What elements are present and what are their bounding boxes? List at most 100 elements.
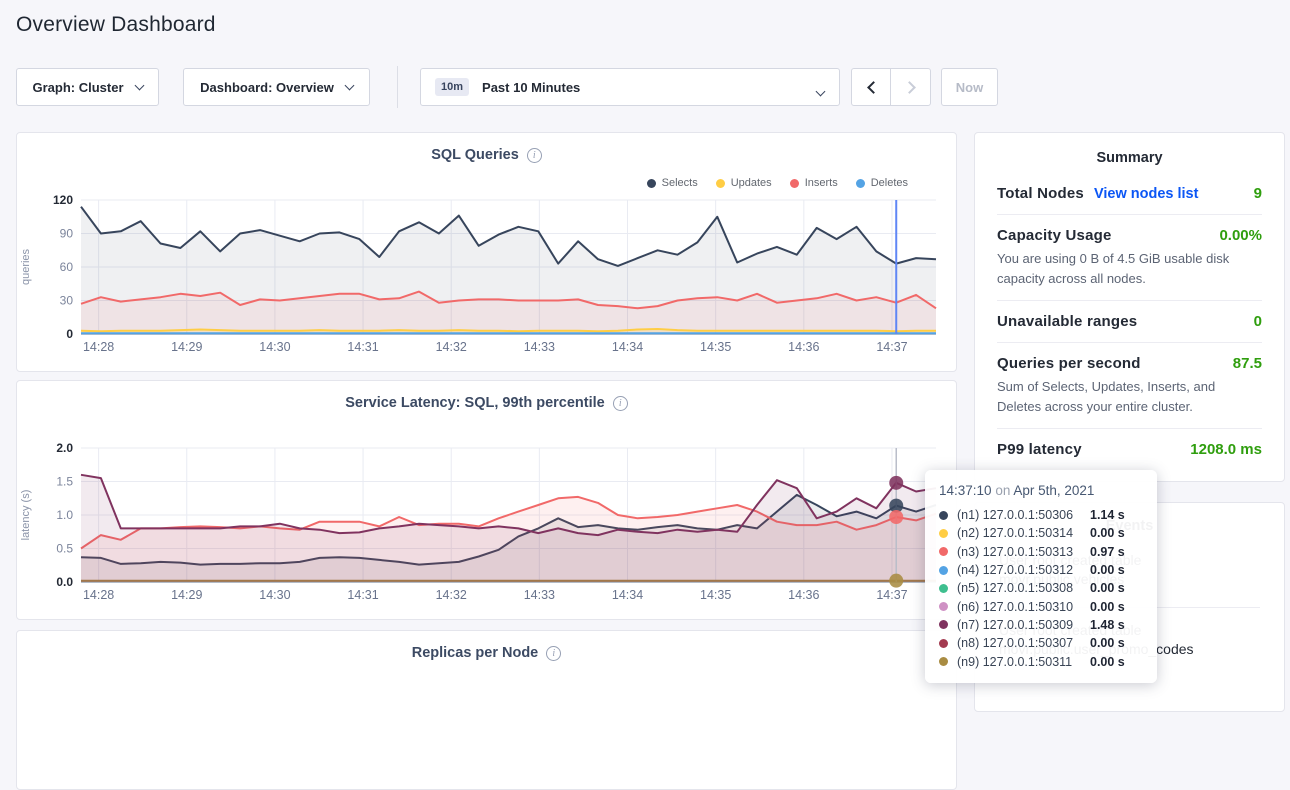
- legend-swatch-icon: [856, 179, 865, 188]
- svg-text:14:34: 14:34: [612, 340, 643, 354]
- legend-item[interactable]: Inserts: [790, 177, 838, 189]
- chevron-down-icon: [816, 87, 826, 97]
- tooltip-row: (n2) 127.0.0.1:503140.00 s: [939, 524, 1143, 542]
- tooltip-node-value: 0.97 s: [1090, 545, 1125, 559]
- svg-text:14:35: 14:35: [700, 340, 731, 354]
- prev-time-button[interactable]: [851, 68, 892, 106]
- info-icon[interactable]: i: [527, 148, 542, 163]
- svg-text:14:37: 14:37: [876, 588, 907, 602]
- series-dot-icon: [939, 584, 948, 593]
- svg-text:14:31: 14:31: [347, 588, 378, 602]
- svg-text:14:29: 14:29: [171, 340, 202, 354]
- legend-swatch-icon: [716, 179, 725, 188]
- graph-dropdown-label: Graph: Cluster: [32, 80, 123, 95]
- tooltip-node-value: 0.00 s: [1090, 526, 1125, 540]
- sql-queries-chart-title: SQL Queries: [431, 147, 519, 163]
- tooltip-node-label: (n8) 127.0.0.1:50307: [957, 636, 1090, 650]
- time-range-label: Past 10 Minutes: [482, 80, 580, 95]
- summary-value: 1208.0 ms: [1190, 441, 1262, 458]
- tooltip-node-value: 0.00 s: [1090, 600, 1125, 614]
- svg-text:90: 90: [60, 227, 74, 241]
- summary-label: Unavailable ranges: [997, 313, 1137, 330]
- sql-chart-legend: Selects Updates Inserts Deletes: [647, 177, 908, 189]
- toolbar-divider: [397, 66, 398, 108]
- chevron-down-icon: [344, 81, 354, 91]
- svg-text:0.0: 0.0: [56, 575, 73, 589]
- tooltip-row: (n3) 127.0.0.1:503130.97 s: [939, 543, 1143, 561]
- summary-card: Summary Total Nodes View nodes list 9 Ca…: [974, 132, 1285, 482]
- service-latency-chart[interactable]: 14:2814:2914:3014:3114:3214:3314:3414:35…: [17, 437, 958, 607]
- summary-row-queries-per-second: Queries per second 87.5 Sum of Selects, …: [997, 342, 1262, 428]
- svg-text:30: 30: [60, 294, 74, 308]
- tooltip-row: (n4) 127.0.0.1:503120.00 s: [939, 561, 1143, 579]
- tooltip-node-label: (n7) 127.0.0.1:50309: [957, 618, 1090, 632]
- next-time-button[interactable]: [890, 68, 931, 106]
- tooltip-row: (n1) 127.0.0.1:503061.14 s: [939, 506, 1143, 524]
- summary-row-capacity-usage: Capacity Usage 0.00% You are using 0 B o…: [997, 214, 1262, 300]
- replicas-chart-title: Replicas per Node: [412, 645, 539, 661]
- series-dot-icon: [939, 547, 948, 556]
- svg-text:120: 120: [53, 193, 73, 207]
- svg-text:14:35: 14:35: [700, 588, 731, 602]
- svg-text:14:30: 14:30: [259, 588, 290, 602]
- time-range-picker[interactable]: 10m Past 10 Minutes: [420, 68, 840, 106]
- tooltip-row: (n8) 127.0.0.1:503070.00 s: [939, 634, 1143, 652]
- series-dot-icon: [939, 511, 948, 520]
- summary-title: Summary: [997, 133, 1262, 173]
- legend-label: Inserts: [805, 177, 838, 189]
- info-icon[interactable]: i: [546, 646, 561, 661]
- summary-row-p99-latency: P99 latency 1208.0 ms: [997, 428, 1262, 470]
- tooltip-row: (n6) 127.0.0.1:503100.00 s: [939, 597, 1143, 615]
- summary-value: 0.00%: [1219, 227, 1262, 244]
- svg-text:14:32: 14:32: [436, 588, 467, 602]
- tooltip-row: (n7) 127.0.0.1:503091.48 s: [939, 616, 1143, 634]
- tooltip-node-value: 1.14 s: [1090, 508, 1125, 522]
- tooltip-node-label: (n6) 127.0.0.1:50310: [957, 600, 1090, 614]
- svg-text:14:36: 14:36: [788, 588, 819, 602]
- svg-text:1.0: 1.0: [56, 508, 73, 522]
- svg-text:14:31: 14:31: [347, 340, 378, 354]
- legend-item[interactable]: Updates: [716, 177, 772, 189]
- chevron-right-icon: [903, 81, 916, 94]
- dashboard-dropdown[interactable]: Dashboard: Overview: [183, 68, 370, 106]
- tooltip-rows: (n1) 127.0.0.1:503061.14 s(n2) 127.0.0.1…: [939, 506, 1143, 671]
- svg-text:14:37: 14:37: [876, 340, 907, 354]
- tooltip-node-label: (n1) 127.0.0.1:50306: [957, 508, 1090, 522]
- tooltip-node-label: (n2) 127.0.0.1:50314: [957, 526, 1090, 540]
- view-nodes-list-link[interactable]: View nodes list: [1094, 186, 1199, 202]
- chevron-left-icon: [867, 81, 880, 94]
- tooltip-node-label: (n5) 127.0.0.1:50308: [957, 581, 1090, 595]
- tooltip-node-value: 1.48 s: [1090, 618, 1125, 632]
- tooltip-node-label: (n9) 127.0.0.1:50311: [957, 655, 1090, 669]
- tooltip-node-value: 0.00 s: [1090, 655, 1125, 669]
- dashboard-dropdown-label: Dashboard: Overview: [200, 80, 334, 95]
- legend-item[interactable]: Selects: [647, 177, 698, 189]
- summary-description: You are using 0 B of 4.5 GiB usable disk…: [997, 249, 1262, 288]
- series-dot-icon: [939, 602, 948, 611]
- info-icon[interactable]: i: [613, 396, 628, 411]
- replicas-per-node-card: Replicas per Node i: [16, 630, 957, 790]
- chevron-down-icon: [134, 81, 144, 91]
- legend-item[interactable]: Deletes: [856, 177, 908, 189]
- tooltip-node-value: 0.00 s: [1090, 581, 1125, 595]
- sql-queries-card: SQL Queries i Selects Updates Inserts Delet…: [16, 132, 957, 372]
- summary-label: Total Nodes: [997, 185, 1084, 202]
- svg-text:14:33: 14:33: [524, 340, 555, 354]
- svg-text:2.0: 2.0: [56, 441, 73, 455]
- tooltip-node-value: 0.00 s: [1090, 563, 1125, 577]
- legend-label: Selects: [662, 177, 698, 189]
- time-range-badge: 10m: [435, 78, 469, 96]
- now-button[interactable]: Now: [941, 68, 998, 106]
- sql-queries-chart[interactable]: 14:2814:2914:3014:3114:3214:3314:3414:35…: [17, 189, 958, 359]
- svg-text:latency (s): latency (s): [20, 490, 32, 541]
- svg-text:queries: queries: [20, 248, 32, 285]
- series-dot-icon: [939, 657, 948, 666]
- page-title: Overview Dashboard: [16, 13, 216, 37]
- svg-text:14:30: 14:30: [259, 340, 290, 354]
- summary-value: 87.5: [1233, 355, 1262, 372]
- service-latency-chart-title: Service Latency: SQL, 99th percentile: [345, 395, 605, 411]
- svg-text:14:28: 14:28: [83, 588, 114, 602]
- tooltip-node-value: 0.00 s: [1090, 636, 1125, 650]
- graph-dropdown[interactable]: Graph: Cluster: [16, 68, 159, 106]
- series-dot-icon: [939, 639, 948, 648]
